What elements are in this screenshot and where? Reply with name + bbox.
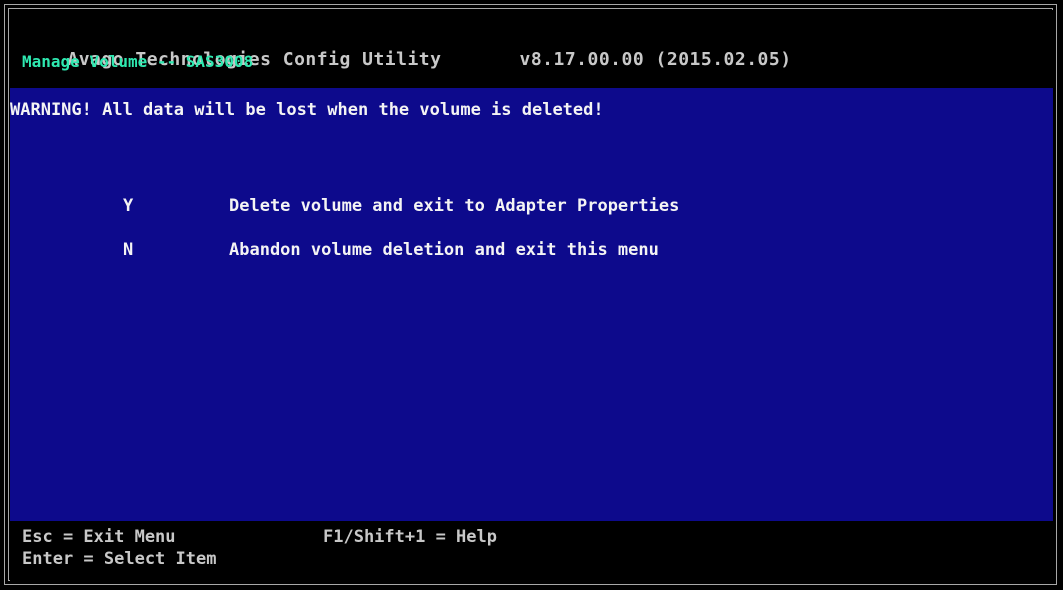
- option-abandon-deletion[interactable]: Abandon volume deletion and exit this me…: [229, 240, 659, 260]
- version-text: v8.17.00.00 (2015.02.05): [519, 49, 792, 70]
- warning-message: WARNING! All data will be lost when the …: [10, 100, 604, 120]
- page-subtitle: Manage Volume -- SAS3008: [22, 52, 254, 71]
- help-hint: F1/Shift+1 = Help: [323, 527, 497, 547]
- option-key-no[interactable]: N: [123, 240, 133, 260]
- option-delete-volume[interactable]: Delete volume and exit to Adapter Proper…: [229, 196, 679, 216]
- esc-hint: Esc = Exit Menu: [22, 527, 176, 547]
- main-panel: [10, 88, 1053, 521]
- bios-screen: Avago Technologies Config Utility v8.17.0…: [0, 0, 1063, 590]
- option-key-yes[interactable]: Y: [123, 196, 133, 216]
- enter-hint: Enter = Select Item: [22, 549, 217, 569]
